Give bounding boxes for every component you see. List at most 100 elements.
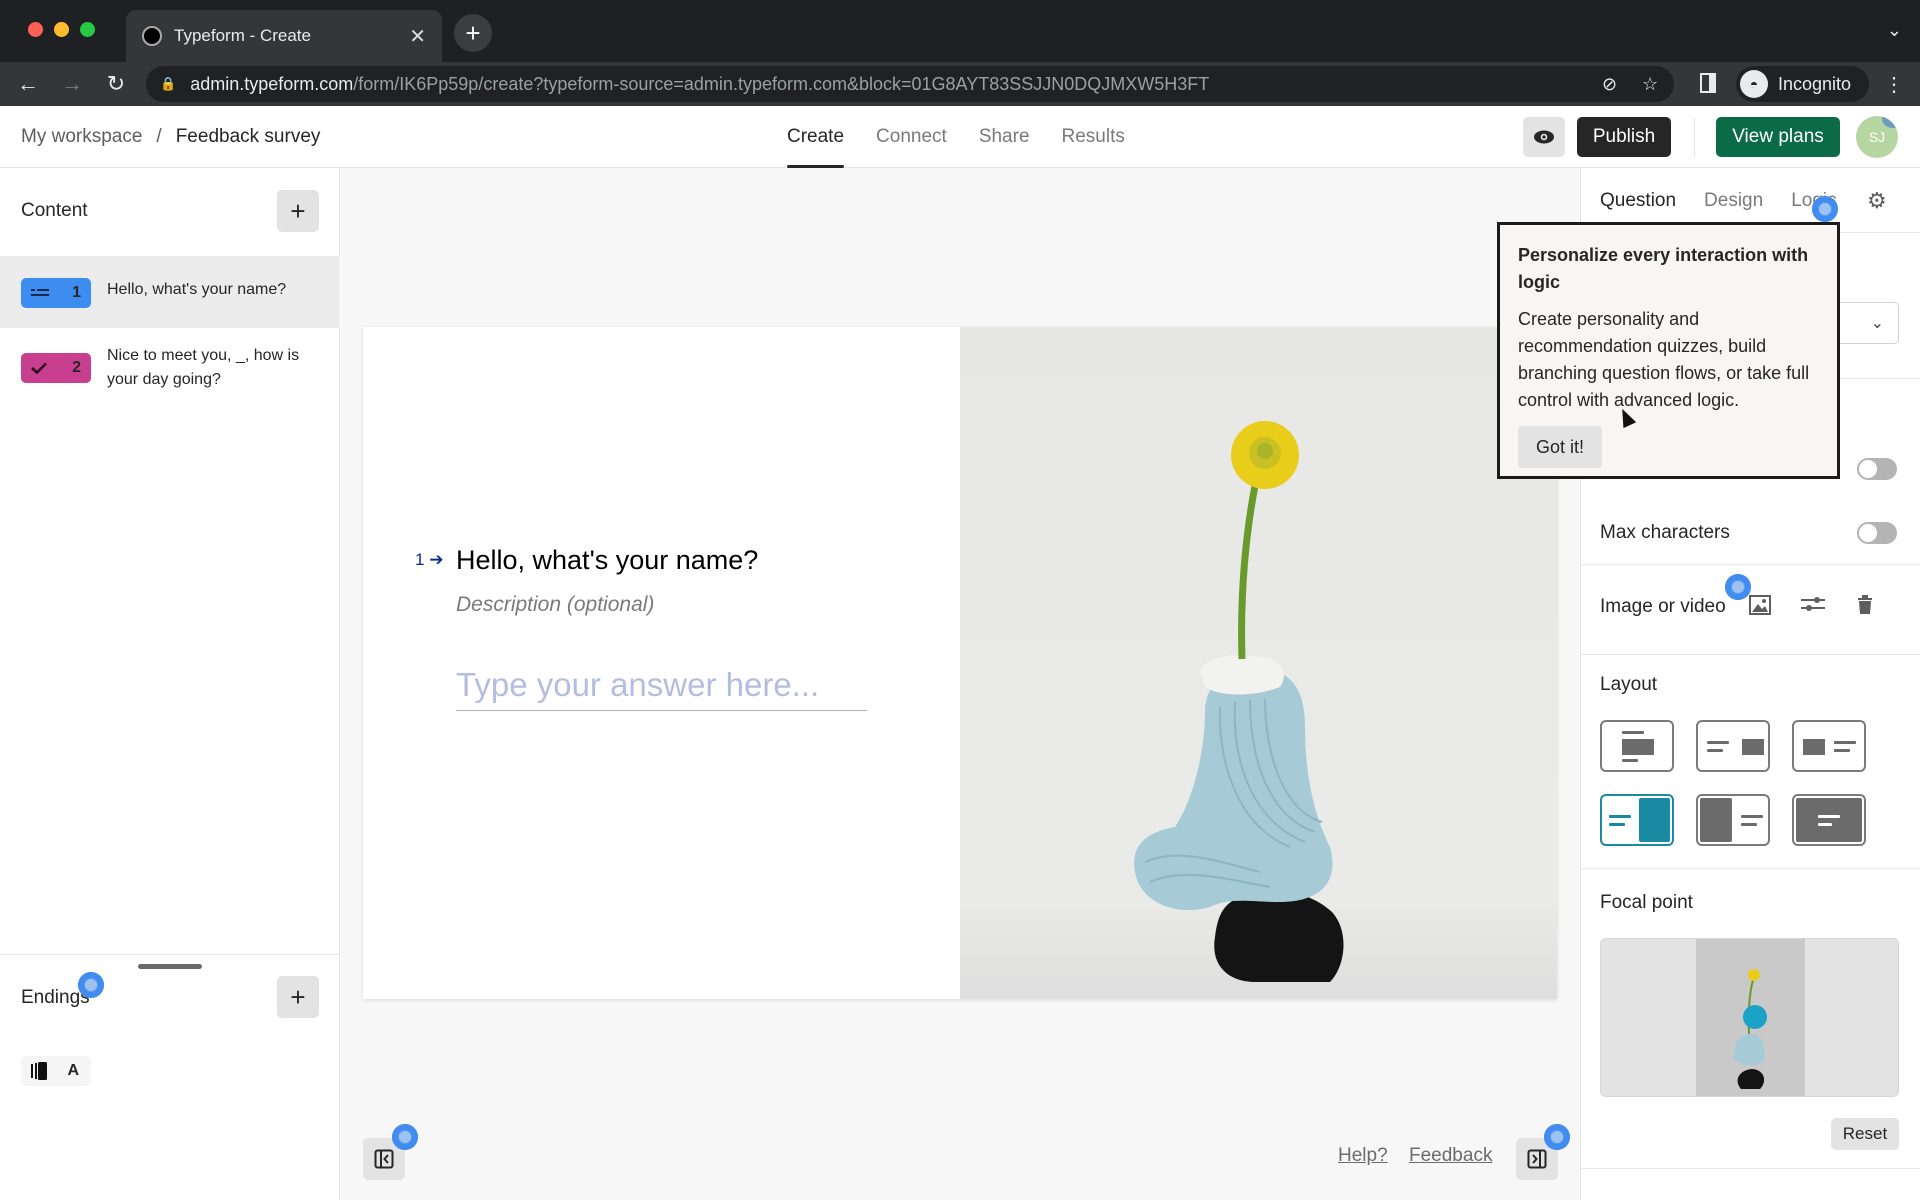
hotspot-indicator[interactable] (1725, 574, 1751, 600)
user-avatar[interactable]: SJ (1856, 116, 1898, 158)
tab-search-chevron-icon[interactable]: ⌄ (1887, 20, 1902, 41)
layout-option-split-left[interactable] (1792, 720, 1866, 772)
breadcrumb: My workspace / Feedback survey (21, 126, 320, 148)
logic-feature-popover: Personalize every interaction with logic… (1497, 222, 1840, 479)
incognito-icon: ◓ (1740, 70, 1768, 98)
browser-tab-strip: Typeform - Create ✕ + ⌄ (0, 0, 1920, 62)
header-divider (1694, 118, 1695, 156)
tab-share[interactable]: Share (979, 106, 1030, 168)
add-ending-button[interactable]: + (277, 976, 319, 1018)
close-tab-icon[interactable]: ✕ (409, 24, 426, 49)
preview-button[interactable] (1523, 117, 1565, 157)
question-number: 2 (72, 359, 81, 376)
ending-screen-icon (31, 1062, 47, 1080)
avatar-initials: SJ (1868, 129, 1886, 145)
browser-menu-icon[interactable]: ⋮ (1884, 72, 1904, 97)
layout-option-stack[interactable] (1600, 720, 1674, 772)
answer-input[interactable] (456, 659, 867, 711)
layout-label: Layout (1600, 674, 1658, 695)
app-header: My workspace / Feedback survey Create Co… (0, 106, 1920, 168)
setting-toggle[interactable] (1857, 458, 1897, 480)
bookmark-star-icon[interactable]: ☆ (1642, 74, 1658, 95)
panel-divider (1581, 654, 1920, 655)
question-badge: 2 (21, 353, 91, 383)
reset-focal-button[interactable]: Reset (1831, 1118, 1899, 1150)
question-list-item[interactable]: 2 Nice to meet you, _, how is your day g… (0, 344, 340, 416)
question-badge: 1 (21, 278, 91, 308)
chevron-down-icon: ⌄ (1870, 315, 1884, 332)
tab-create[interactable]: Create (787, 106, 845, 168)
publish-button[interactable]: Publish (1577, 117, 1671, 157)
incognito-profile[interactable]: ◓ Incognito (1736, 66, 1870, 102)
short-text-icon (31, 289, 49, 296)
question-number: 1 (72, 284, 81, 301)
tab-design[interactable]: Design (1704, 190, 1763, 212)
profile-label: Incognito (1778, 73, 1852, 94)
focal-point-picker[interactable] (1600, 938, 1899, 1097)
adjust-sliders-icon[interactable] (1801, 595, 1825, 619)
main-tabs: Create Connect Share Results (787, 106, 1125, 168)
panel-divider (1581, 868, 1920, 869)
layout-option-split-right[interactable] (1696, 720, 1770, 772)
url-path: /form/IK6Pp59p/create?typeform-source=ad… (353, 73, 1210, 94)
forward-icon[interactable]: → (56, 68, 88, 100)
layout-option-float-left[interactable] (1696, 794, 1770, 846)
question-description[interactable]: Description (optional) (456, 593, 654, 617)
breadcrumb-workspace[interactable]: My workspace (21, 126, 142, 148)
arrow-right-icon: ➔ (429, 550, 444, 569)
help-link[interactable]: Help? (1338, 1145, 1388, 1167)
hotspot-indicator[interactable] (1544, 1124, 1570, 1150)
ending-list-item[interactable]: A (21, 1056, 91, 1086)
reload-icon[interactable]: ↻ (100, 68, 132, 100)
eye-off-icon[interactable]: ⊘ (1602, 74, 1617, 95)
resize-handle[interactable] (138, 964, 202, 969)
tab-results[interactable]: Results (1062, 106, 1125, 168)
image-icon[interactable] (1749, 595, 1771, 621)
hotspot-indicator[interactable] (392, 1124, 418, 1150)
breadcrumb-form[interactable]: Feedback survey (176, 126, 321, 148)
feedback-link[interactable]: Feedback (1409, 1145, 1492, 1167)
view-plans-button[interactable]: View plans (1716, 117, 1840, 157)
panel-collapse-left-icon (374, 1149, 394, 1169)
checkmark-icon (31, 362, 47, 374)
settings-tabs: Question Design Logic (1600, 190, 1837, 212)
gear-icon[interactable]: ⚙ (1867, 188, 1887, 214)
question-text: Nice to meet you, _, how is your day goi… (107, 347, 300, 388)
eye-icon (1534, 130, 1554, 144)
panel-divider (1581, 564, 1920, 565)
question-title[interactable]: Hello, what's your name? (456, 545, 758, 576)
content-title: Content (21, 200, 88, 221)
add-question-button[interactable]: + (277, 190, 319, 232)
question-text: Hello, what's your name? (107, 281, 287, 298)
popover-body: Create personality and recommendation qu… (1518, 309, 1810, 410)
lock-icon: 🔒 (160, 76, 177, 91)
maximize-window-button[interactable] (80, 22, 95, 37)
hotspot-indicator[interactable] (1812, 196, 1838, 222)
trash-icon[interactable] (1857, 595, 1873, 621)
content-panel: Content + 1 Hello, what's your name? 2 N… (0, 168, 340, 1200)
focal-point-handle[interactable] (1743, 1005, 1767, 1029)
side-panel-icon[interactable] (1700, 73, 1716, 93)
typeform-favicon-icon (142, 26, 162, 46)
flower-vase-image (1134, 421, 1344, 982)
question-list-item[interactable]: 1 Hello, what's your name? (0, 256, 340, 328)
question-number-label: 1 ➔ (415, 550, 444, 569)
address-bar[interactable]: 🔒 admin.typeform.com/form/IK6Pp59p/creat… (146, 66, 1674, 102)
tab-question[interactable]: Question (1600, 190, 1676, 212)
layout-option-float-right-selected[interactable] (1600, 794, 1674, 846)
new-tab-button[interactable]: + (454, 14, 492, 52)
minimize-window-button[interactable] (54, 22, 69, 37)
tab-connect[interactable]: Connect (876, 106, 947, 168)
ending-letter: A (67, 1062, 79, 1079)
hotspot-indicator[interactable] (78, 972, 104, 998)
close-window-button[interactable] (28, 22, 43, 37)
max-characters-toggle[interactable] (1857, 522, 1897, 544)
max-characters-label: Max characters (1600, 522, 1730, 543)
browser-toolbar: ← → ↻ 🔒 admin.typeform.com/form/IK6Pp59p… (0, 62, 1920, 106)
browser-tab[interactable]: Typeform - Create ✕ (126, 10, 442, 62)
got-it-button[interactable]: Got it! (1518, 426, 1602, 468)
focal-point-label: Focal point (1600, 892, 1693, 913)
panel-collapse-right-icon (1527, 1149, 1547, 1169)
back-icon[interactable]: ← (12, 68, 44, 100)
layout-option-wallpaper[interactable] (1792, 794, 1866, 846)
